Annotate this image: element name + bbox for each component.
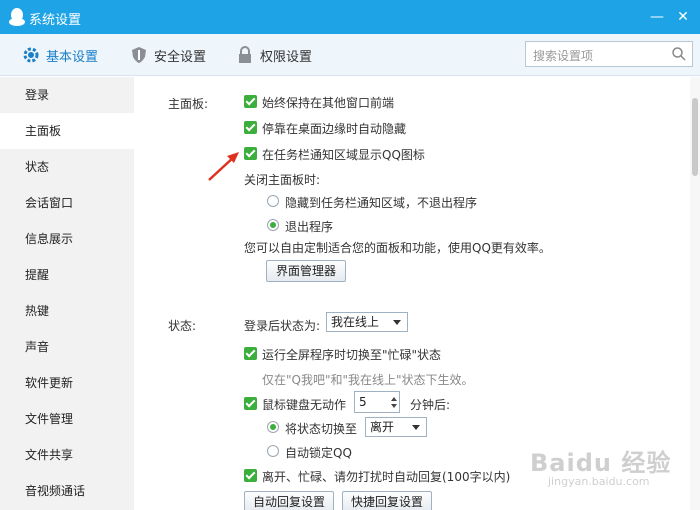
hide-to-tray-label: 隐藏到任务栏通知区域，不退出程序 bbox=[285, 196, 478, 210]
switch-status-radio[interactable] bbox=[267, 421, 279, 433]
after-login-label: 登录后状态为: bbox=[244, 319, 321, 333]
chevron-down-icon bbox=[412, 425, 420, 430]
auto-reply-label: 离开、忙碌、请勿打扰时自动回复(100字以内) bbox=[262, 470, 511, 484]
login-status-select[interactable]: 我在线上 bbox=[326, 312, 408, 332]
qq-penguin-icon bbox=[9, 8, 25, 26]
tab-label: 安全设置 bbox=[154, 49, 207, 65]
hide-to-tray-radio[interactable] bbox=[267, 195, 279, 207]
switch-status-select[interactable]: 离开 bbox=[365, 417, 427, 437]
tab-label: 基本设置 bbox=[46, 49, 99, 65]
watermark-sub-text: jingyan.baidu.com bbox=[548, 475, 650, 488]
auto-lock-radio[interactable] bbox=[267, 445, 279, 457]
search-placeholder: 搜索设置项 bbox=[533, 49, 594, 63]
annotation-arrow-icon bbox=[208, 152, 239, 181]
idle-minutes-value: 5 bbox=[359, 395, 367, 409]
sidebar-item-sound[interactable]: 声音 bbox=[0, 329, 134, 365]
sidebar-item-file-sharing[interactable]: 文件共享 bbox=[0, 437, 134, 473]
sidebar-item-av-call[interactable]: 音视频通话 bbox=[0, 473, 134, 509]
chevron-down-icon bbox=[393, 320, 401, 325]
close-panel-label: 关闭主面板时: bbox=[244, 173, 321, 187]
exit-program-radio[interactable] bbox=[267, 219, 279, 231]
switch-status-value: 离开 bbox=[370, 420, 395, 434]
status-section-label: 状态: bbox=[168, 319, 197, 333]
auto-hide-checkbox[interactable] bbox=[244, 121, 257, 134]
stepper-down-icon[interactable] bbox=[391, 404, 397, 408]
lock-icon bbox=[239, 46, 251, 63]
tab-permission-settings[interactable]: 权限设置 bbox=[236, 34, 312, 76]
auto-reply-checkbox[interactable] bbox=[244, 469, 257, 482]
always-on-top-checkbox[interactable] bbox=[244, 95, 257, 108]
gear-icon bbox=[23, 47, 39, 63]
idle-checkbox[interactable] bbox=[244, 397, 257, 410]
baidu-watermark: Baidu 经验 jingyan.baidu.com bbox=[530, 435, 695, 495]
auto-reply-settings-button[interactable]: 自动回复设置 bbox=[244, 491, 334, 510]
fullscreen-hint: 仅在"Q我吧"和"我在线上"状态下生效。 bbox=[262, 373, 474, 387]
sidebar-item-chat-window[interactable]: 会话窗口 bbox=[0, 185, 134, 221]
exit-program-label: 退出程序 bbox=[285, 220, 334, 234]
title-bar: 系统设置 — ✕ bbox=[0, 0, 700, 34]
sidebar-item-reminder[interactable]: 提醒 bbox=[0, 257, 134, 293]
sidebar-item-software-update[interactable]: 软件更新 bbox=[0, 365, 134, 401]
login-status-value: 我在线上 bbox=[331, 315, 380, 329]
fullscreen-busy-checkbox[interactable] bbox=[244, 347, 257, 360]
sidebar-item-status[interactable]: 状态 bbox=[0, 149, 134, 185]
sidebar-item-info-display[interactable]: 信息展示 bbox=[0, 221, 134, 257]
watermark-main-text: Baidu 经验 bbox=[530, 449, 672, 477]
fullscreen-busy-label: 运行全屏程序时切换至"忙碌"状态 bbox=[262, 348, 442, 362]
sidebar-item-login[interactable]: 登录 bbox=[0, 77, 134, 113]
shield-icon bbox=[132, 47, 146, 63]
quick-reply-settings-button[interactable]: 快捷回复设置 bbox=[342, 491, 432, 510]
idle-suffix-label: 分钟后: bbox=[410, 398, 451, 412]
minimize-button[interactable]: — bbox=[648, 8, 666, 26]
window-title: 系统设置 bbox=[29, 13, 82, 28]
sidebar-item-main-panel[interactable]: 主面板 bbox=[0, 113, 134, 149]
tab-label: 权限设置 bbox=[260, 49, 313, 65]
main-panel-section-label: 主面板: bbox=[168, 97, 209, 111]
switch-status-label: 将状态切换至 bbox=[285, 422, 358, 436]
close-button[interactable]: ✕ bbox=[674, 8, 692, 26]
tray-icon-label: 在任务栏通知区域显示QQ图标 bbox=[262, 148, 425, 162]
search-input[interactable]: 搜索设置项 bbox=[525, 41, 693, 67]
auto-hide-label: 停靠在桌面边缘时自动隐藏 bbox=[262, 122, 407, 136]
idle-label: 鼠标键盘无动作 bbox=[262, 398, 347, 412]
search-icon[interactable] bbox=[671, 46, 687, 62]
stepper-up-icon[interactable] bbox=[391, 397, 397, 401]
custom-panel-text: 您可以自由定制适合您的面板和功能，使用QQ更有效率。 bbox=[244, 241, 551, 255]
tab-security-settings[interactable]: 安全设置 bbox=[130, 34, 206, 76]
idle-minutes-stepper[interactable]: 5 bbox=[354, 391, 400, 413]
sidebar: 登录 主面板 状态 会话窗口 信息展示 提醒 热键 声音 软件更新 文件管理 文… bbox=[0, 77, 134, 510]
sidebar-item-file-management[interactable]: 文件管理 bbox=[0, 401, 134, 437]
tab-basic-settings[interactable]: 基本设置 bbox=[22, 34, 98, 76]
tray-icon-checkbox[interactable] bbox=[244, 147, 257, 160]
scrollbar-thumb[interactable] bbox=[692, 98, 698, 176]
auto-lock-label: 自动锁定QQ bbox=[285, 446, 352, 460]
always-on-top-label: 始终保持在其他窗口前端 bbox=[262, 96, 395, 110]
interface-manager-button[interactable]: 界面管理器 bbox=[266, 260, 346, 282]
sidebar-item-hotkeys[interactable]: 热键 bbox=[0, 293, 134, 329]
